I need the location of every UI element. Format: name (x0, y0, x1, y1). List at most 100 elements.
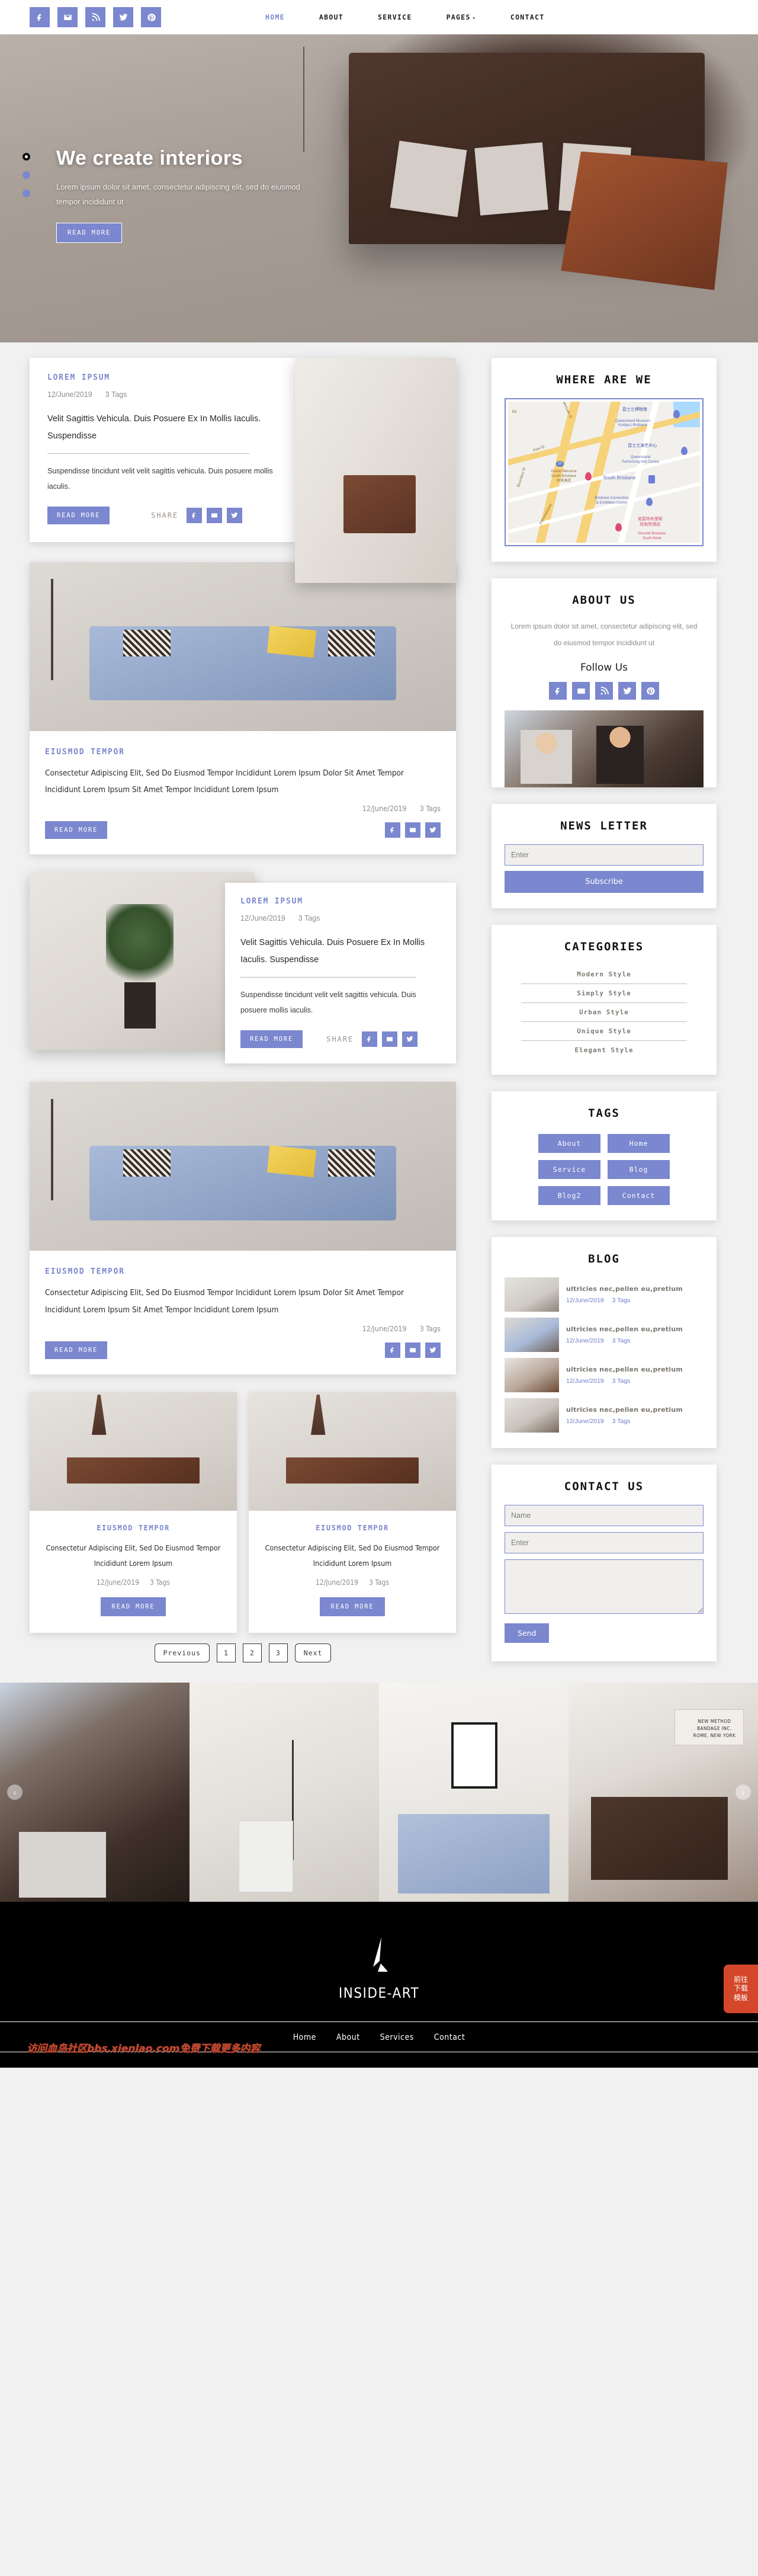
pagination-next[interactable]: Next (294, 1643, 332, 1663)
twitter-icon[interactable] (402, 1031, 418, 1047)
contact-email-input[interactable] (505, 1532, 704, 1554)
envelope-icon[interactable] (405, 822, 420, 838)
nav-item-service[interactable]: SERVICE (378, 13, 412, 21)
nav-item-about[interactable]: ABOUT (319, 13, 343, 21)
hero-read-more-button[interactable]: READ MORE (56, 222, 123, 243)
envelope-icon[interactable] (405, 1342, 420, 1358)
carousel-slide-2[interactable] (190, 1683, 379, 1902)
share-label: SHARE (151, 511, 179, 520)
map-frame[interactable]: 昆士兰博物馆 Queensland Museum Kurilpa | Brisb… (505, 398, 704, 546)
map-label-museum-cn: 昆士兰博物馆 (622, 407, 647, 412)
envelope-icon[interactable] (57, 7, 78, 27)
category-item-elegant[interactable]: Elegant Style (521, 1041, 687, 1059)
post-category[interactable]: LOREM IPSUM (240, 897, 441, 906)
read-more-button[interactable]: READ MORE (45, 821, 108, 840)
map-pin-novotel (615, 523, 622, 531)
nav-item-contact[interactable]: CONTACT (510, 13, 545, 21)
newsletter-email-input[interactable] (505, 844, 704, 866)
rss-icon[interactable] (85, 7, 105, 27)
footer-nav-services[interactable]: Services (380, 2033, 414, 2042)
carousel-slide-3[interactable] (379, 1683, 568, 1902)
nav-item-home[interactable]: HOME (265, 13, 285, 21)
pagination-page-3[interactable]: 3 (268, 1643, 288, 1663)
hero-dot-3[interactable] (23, 190, 30, 197)
tag-service[interactable]: Service (538, 1160, 600, 1180)
footer-nav-home[interactable]: Home (293, 2033, 316, 2042)
mini-card-date: 12/June/2019 (97, 1578, 139, 1587)
carousel-slide-4[interactable]: NEW METHOD BANDAGE INC. ROME, NEW YORK (568, 1683, 758, 1902)
post-category[interactable]: EIUSMOD TEMPOR (45, 1267, 441, 1276)
envelope-icon[interactable] (572, 682, 590, 700)
post-category[interactable]: LOREM IPSUM (47, 373, 277, 382)
footer-brand-name: INSIDE-ART (338, 1985, 420, 2002)
facebook-icon[interactable] (549, 682, 567, 700)
twitter-icon[interactable] (227, 507, 243, 523)
rss-icon[interactable] (595, 682, 613, 700)
carousel-slide-1[interactable] (0, 1683, 190, 1902)
blog-thumbnail (505, 1358, 559, 1393)
read-more-button[interactable]: READ MORE (45, 1341, 108, 1359)
map-label-rd: Rd (512, 410, 517, 415)
post-2-feature-image (30, 562, 456, 731)
carousel-prev-arrow[interactable]: ‹ (7, 1784, 23, 1800)
mini-card-2-image (249, 1392, 456, 1511)
mini-card-category[interactable]: EIUSMOD TEMPOR (263, 1524, 442, 1532)
tag-contact[interactable]: Contact (608, 1186, 670, 1206)
twitter-icon[interactable] (425, 822, 441, 838)
category-item-modern[interactable]: Modern Style (521, 965, 687, 985)
tag-about[interactable]: About (538, 1134, 600, 1154)
twitter-icon[interactable] (425, 1342, 441, 1358)
facebook-icon[interactable] (385, 1342, 400, 1358)
map-pin-performing-arts (680, 447, 688, 456)
category-item-unique[interactable]: Unique Style (521, 1022, 687, 1042)
blog-list-item[interactable]: ultricies nec,pellen eu,pretium 12/June/… (505, 1398, 704, 1433)
blog-list-item[interactable]: ultricies nec,pellen eu,pretium 12/June/… (505, 1318, 704, 1353)
widget-title: WHERE ARE WE (556, 373, 652, 386)
facebook-icon[interactable] (385, 822, 400, 838)
pinterest-icon[interactable] (141, 7, 161, 27)
category-item-urban[interactable]: Urban Style (521, 1003, 687, 1023)
facebook-icon[interactable] (187, 507, 203, 523)
hero-dot-2[interactable] (23, 171, 30, 179)
pinterest-icon[interactable] (641, 682, 659, 700)
blog-list-item[interactable]: ultricies nec,pellen eu,pretium 12/June/… (505, 1358, 704, 1393)
nav-item-pages[interactable]: PAGES ▾ (447, 13, 476, 21)
share-icon-list (187, 507, 243, 523)
pagination-previous[interactable]: Previous (154, 1643, 210, 1663)
page-body: LOREM IPSUM 12/June/2019 3 Tags Velit Sa… (0, 342, 758, 1902)
twitter-icon[interactable] (618, 682, 636, 700)
post-category[interactable]: EIUSMOD TEMPOR (45, 748, 441, 757)
envelope-icon[interactable] (382, 1031, 398, 1047)
sidebar: WHERE ARE WE 昆士兰博物馆 Queensland Museum Ku… (492, 358, 717, 1678)
facebook-icon[interactable] (30, 7, 50, 27)
read-more-button[interactable]: READ MORE (320, 1597, 385, 1617)
category-item-simply[interactable]: Simply Style (521, 984, 687, 1004)
hero-dot-1[interactable] (23, 153, 30, 161)
download-template-badge[interactable]: 前往下载模板 (724, 1964, 758, 2014)
blog-item-title: ultricies nec,pellen eu,pretium (566, 1325, 683, 1334)
subscribe-button[interactable]: Subscribe (505, 871, 704, 893)
tag-blog2[interactable]: Blog2 (538, 1186, 600, 1206)
blog-item-title: ultricies nec,pellen eu,pretium (566, 1406, 683, 1414)
post-card-2: EIUSMOD TEMPOR Consectetur Adipiscing El… (30, 562, 456, 855)
mini-card-category[interactable]: EIUSMOD TEMPOR (44, 1524, 223, 1532)
footer-nav-about[interactable]: About (336, 2033, 360, 2042)
contact-message-textarea[interactable] (505, 1559, 704, 1614)
read-more-button[interactable]: READ MORE (101, 1597, 166, 1617)
tag-blog[interactable]: Blog (608, 1160, 670, 1180)
envelope-icon[interactable] (207, 507, 223, 523)
read-more-button[interactable]: READ MORE (240, 1030, 303, 1048)
contact-name-input[interactable] (505, 1505, 704, 1527)
facebook-icon[interactable] (362, 1031, 378, 1047)
pagination-page-2[interactable]: 2 (242, 1643, 262, 1663)
read-more-button[interactable]: READ MORE (47, 506, 110, 524)
twitter-icon[interactable] (113, 7, 133, 27)
sidebar-where-are-we: WHERE ARE WE 昆士兰博物馆 Queensland Museum Ku… (492, 358, 717, 562)
pagination-page-1[interactable]: 1 (216, 1643, 236, 1663)
tag-home[interactable]: Home (608, 1134, 670, 1154)
send-button[interactable]: Send (505, 1623, 550, 1643)
footer-nav-contact[interactable]: Contact (434, 2033, 465, 2042)
blog-list-item[interactable]: ultricies nec,pellen eu,pretium 12/June/… (505, 1277, 704, 1312)
map-embed[interactable]: 昆士兰博物馆 Queensland Museum Kurilpa | Brisb… (508, 402, 700, 543)
carousel-next-arrow[interactable]: › (735, 1784, 751, 1800)
